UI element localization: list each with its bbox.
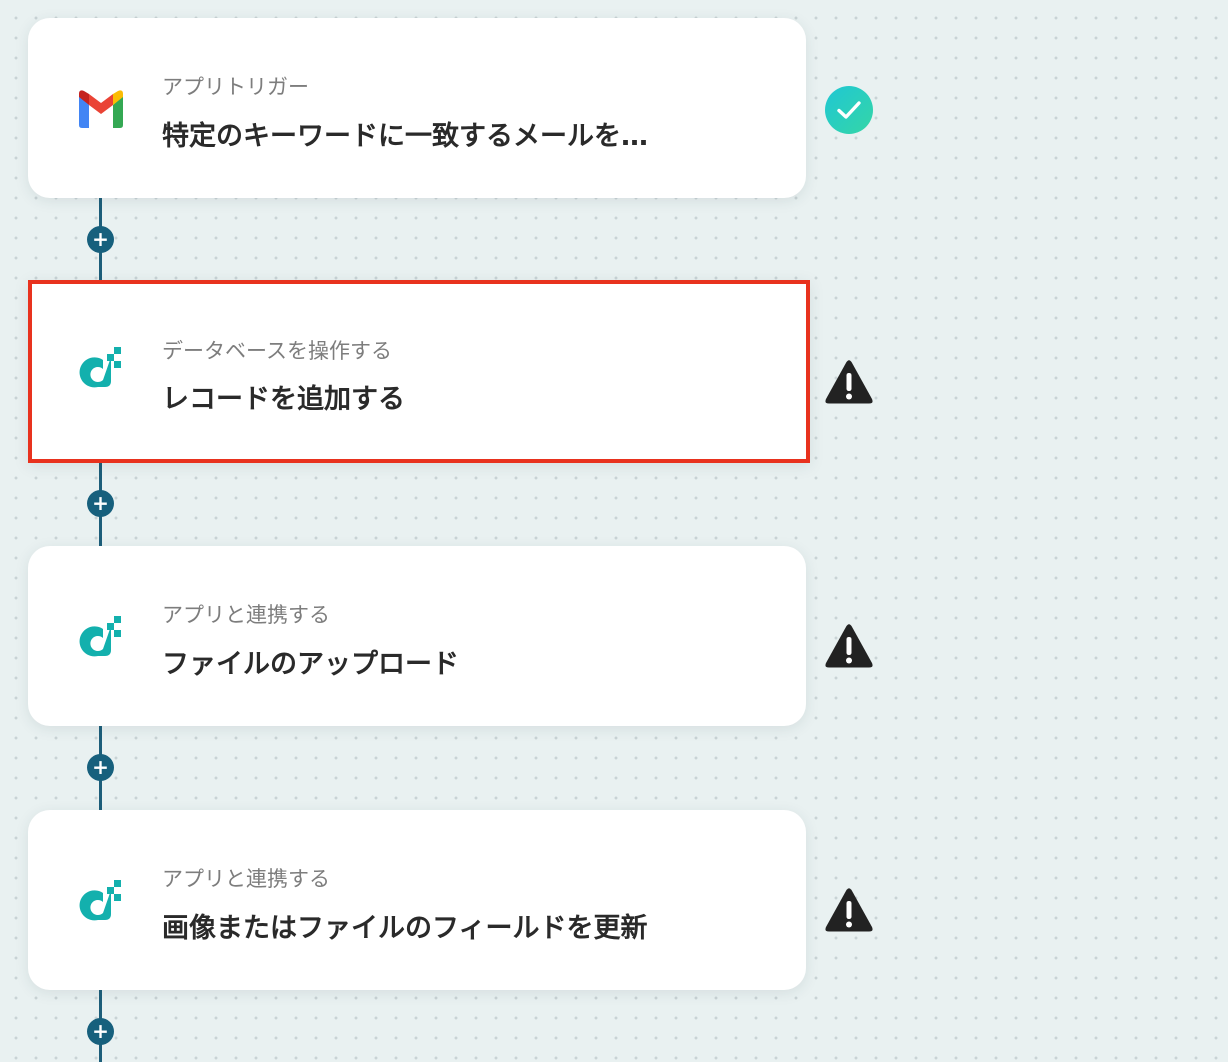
step-category-label: アプリと連携する [162,603,330,627]
add-step-button[interactable]: + [87,1018,114,1045]
add-step-button[interactable]: + [87,490,114,517]
warning-icon [825,624,873,668]
flow-step-card[interactable]: アプリトリガー 特定のキーワードに一致するメールを… [28,18,806,198]
plus-icon: + [92,491,109,515]
add-step-button[interactable]: + [87,754,114,781]
workflow-canvas: + + + + アプリトリガー 特定のキーワードに一致するメールを… データベー… [0,0,1228,1062]
step-title: 画像またはファイルのフィールドを更新 [162,913,648,944]
step-category-label: アプリと連携する [162,867,330,891]
step-title: 特定のキーワードに一致するメールを… [162,121,648,152]
add-step-button[interactable]: + [87,226,114,253]
step-title: ファイルのアップロード [162,649,459,680]
plus-icon: + [92,1019,109,1043]
step-category-label: アプリトリガー [162,75,309,99]
flow-step-card[interactable]: アプリと連携する ファイルのアップロード [28,546,806,726]
warning-icon [825,360,873,404]
plus-icon: + [92,227,109,251]
database-app-icon [79,880,121,921]
step-category-label: データベースを操作する [162,339,392,363]
database-app-icon [79,347,121,388]
plus-icon: + [92,755,109,779]
gmail-icon [79,90,123,128]
flow-step-card[interactable]: アプリと連携する 画像またはファイルのフィールドを更新 [28,810,806,990]
check-circle-icon [825,86,873,134]
flow-step-card-selected[interactable]: データベースを操作する レコードを追加する [28,280,810,463]
warning-icon [825,888,873,932]
step-title: レコードを追加する [162,384,405,415]
database-app-icon [79,616,121,657]
